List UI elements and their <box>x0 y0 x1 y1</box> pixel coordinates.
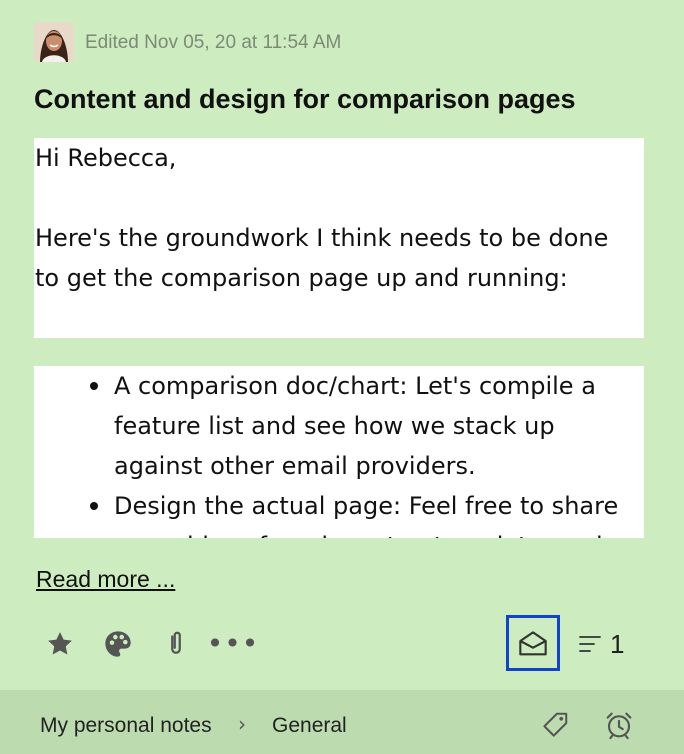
note-title[interactable]: Content and design for comparison pages <box>34 84 576 115</box>
edited-timestamp: Edited Nov 05, 20 at 11:54 AM <box>85 32 342 53</box>
tag-icon[interactable] <box>538 708 572 742</box>
more-icon[interactable]: ••• <box>207 626 259 662</box>
star-icon[interactable] <box>42 626 78 662</box>
note-card[interactable]: Edited Nov 05, 20 at 11:54 AM Content an… <box>0 0 684 754</box>
breadcrumb-section[interactable]: General <box>272 714 347 738</box>
palette-icon[interactable] <box>100 626 136 662</box>
note-bullets-block[interactable]: A comparison doc/chart: Let's compile a … <box>34 366 644 538</box>
chevron-right-icon: › <box>238 712 246 736</box>
paperclip-icon[interactable] <box>158 626 194 662</box>
read-more-link[interactable]: Read more ... <box>36 566 175 593</box>
note-intro-block[interactable]: Hi Rebecca, Here's the groundwork I thin… <box>34 138 644 338</box>
lines-icon <box>579 636 601 652</box>
breadcrumb-notebook[interactable]: My personal notes <box>40 714 212 738</box>
note-intro: Here's the groundwork I think needs to b… <box>35 224 609 292</box>
avatar <box>34 22 74 62</box>
note-greeting: Hi Rebecca, <box>35 144 177 172</box>
related-count[interactable]: 1 <box>578 626 624 662</box>
bullet-item: A comparison doc/chart: Let's compile a … <box>90 366 644 486</box>
envelope-open-icon <box>519 631 547 656</box>
related-count-value: 1 <box>610 628 625 659</box>
envelope-open-button[interactable] <box>506 615 560 671</box>
bullet-item: Design the actual page: Feel free to sha… <box>90 486 644 538</box>
note-footer: My personal notes › General <box>0 690 684 754</box>
bullet-list: A comparison doc/chart: Let's compile a … <box>34 366 644 538</box>
alarm-icon[interactable] <box>602 708 636 742</box>
